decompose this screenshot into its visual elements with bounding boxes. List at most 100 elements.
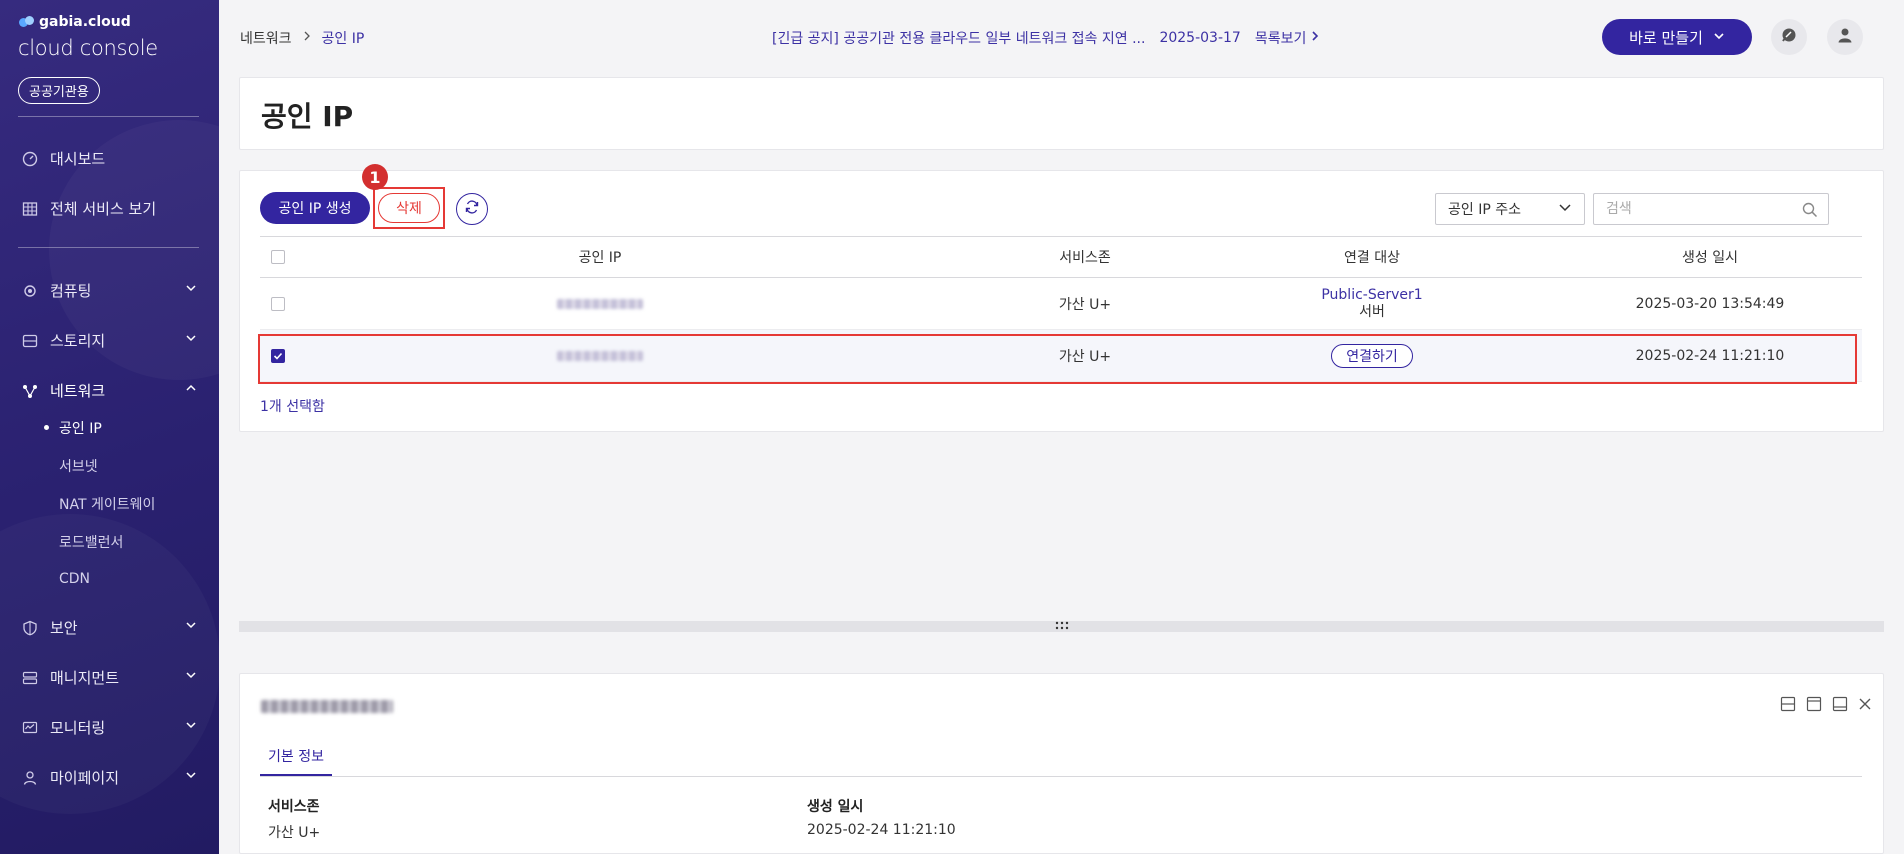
notice-bar: [긴급 공지] 공공기관 전용 클라우드 일부 네트워크 접속 지연 ... 2…	[772, 28, 1320, 48]
select-all-checkbox[interactable]	[271, 250, 285, 264]
chat-button[interactable]	[1771, 19, 1807, 55]
column-header[interactable]: 서비스존	[1005, 237, 1165, 277]
notice-text[interactable]: [긴급 공지] 공공기관 전용 클라우드 일부 네트워크 접속 지연 ...	[772, 28, 1145, 48]
sidebar-item-storage[interactable]: 스토리지	[22, 330, 197, 351]
sidebar-sub-subnet[interactable]: 서브넷	[59, 456, 98, 476]
sidebar-sub-load-balancer[interactable]: 로드밸런서	[59, 532, 123, 552]
storage-icon	[22, 333, 38, 349]
sidebar-item-label: 모니터링	[50, 719, 106, 737]
chevron-right-icon	[302, 30, 312, 46]
breadcrumb: 네트워크 공인 IP	[240, 28, 364, 48]
target-type: 서버	[1359, 303, 1385, 320]
dashboard-icon	[22, 151, 38, 167]
sidebar-item-security[interactable]: 보안	[22, 617, 197, 638]
delete-button[interactable]: 삭제	[378, 193, 440, 223]
notice-list-link[interactable]: 목록보기	[1255, 28, 1321, 48]
tab-basic-info[interactable]: 기본 정보	[260, 738, 332, 776]
sidebar-item-computing[interactable]: 컴퓨팅	[22, 280, 197, 301]
detail-masked-ip	[261, 700, 393, 713]
console-title[interactable]: cloud console	[18, 36, 158, 60]
sidebar-sub-nat-gateway[interactable]: NAT 게이트웨이	[59, 494, 155, 514]
minimize-bottom-icon[interactable]	[1832, 696, 1848, 716]
quick-create-button[interactable]: 바로 만들기	[1602, 19, 1752, 55]
sidebar-item-label: 대시보드	[50, 150, 106, 168]
target-cell: Public-Server1 서버	[1292, 278, 1452, 329]
user-icon	[1836, 26, 1854, 48]
sidebar-item-all-services[interactable]: 전체 서비스 보기	[22, 198, 197, 219]
create-public-ip-button[interactable]: 공인 IP 생성	[260, 192, 370, 224]
column-header[interactable]: 공인 IP	[520, 237, 680, 277]
sidebar-sub-cdn[interactable]: CDN	[59, 571, 90, 587]
sidebar-item-management[interactable]: 매니지먼트	[22, 667, 197, 688]
info-label-zone: 서비스존	[268, 799, 320, 815]
chat-icon	[1780, 26, 1798, 48]
tab-underline	[260, 776, 1862, 777]
masked-ip	[557, 298, 643, 309]
shield-icon	[22, 620, 38, 636]
chevron-right-icon	[1310, 30, 1320, 46]
drag-grip-icon	[1055, 619, 1069, 635]
sidebar-sub-public-ip[interactable]: 공인 IP	[44, 418, 102, 438]
info-value-zone: 가산 U+	[268, 825, 321, 841]
chevron-down-icon	[185, 767, 197, 787]
breadcrumb-network[interactable]: 네트워크	[240, 28, 292, 48]
panel-controls	[1780, 696, 1872, 716]
search-input[interactable]	[1594, 194, 1784, 224]
split-horizontal-icon[interactable]	[1780, 696, 1796, 716]
org-badge: 공공기관용	[18, 77, 100, 104]
maximize-top-icon[interactable]	[1806, 696, 1822, 716]
sidebar-item-label: 보안	[50, 619, 78, 637]
chevron-down-icon	[185, 717, 197, 737]
column-header[interactable]: 생성 일시	[1630, 237, 1790, 277]
brand-name: gabia.cloud	[39, 14, 131, 30]
sidebar-item-label: 매니지먼트	[50, 669, 120, 687]
sidebar-item-network[interactable]: 네트워크	[22, 380, 197, 401]
cpu-icon	[22, 283, 38, 299]
table-row[interactable]: 가산 U+ Public-Server1 서버 2025-03-20 13:54…	[260, 278, 1862, 330]
breadcrumb-public-ip: 공인 IP	[321, 31, 365, 47]
filter-select-value: 공인 IP 주소	[1448, 202, 1521, 218]
resize-handle[interactable]	[239, 621, 1884, 632]
page-title: 공인 IP	[261, 100, 354, 133]
sidebar-item-label: 스토리지	[50, 332, 106, 350]
step-badge: 1	[362, 164, 388, 190]
management-icon	[22, 670, 38, 686]
quick-create-label: 바로 만들기	[1629, 28, 1703, 47]
chevron-down-icon	[185, 617, 197, 637]
row-checkbox[interactable]	[271, 296, 285, 311]
search-icon[interactable]	[1802, 202, 1818, 222]
sidebar-item-monitoring[interactable]: 모니터링	[22, 717, 197, 738]
info-value-created: 2025-02-24 11:21:10	[807, 822, 956, 838]
grid-icon	[22, 201, 38, 217]
title-card	[239, 77, 1884, 150]
user-icon	[22, 770, 38, 786]
row-check-cell	[260, 278, 296, 329]
column-header[interactable]: 연결 대상	[1292, 237, 1452, 277]
search-box	[1593, 193, 1829, 225]
chevron-down-icon	[1713, 28, 1725, 46]
created-cell: 2025-03-20 13:54:49	[1635, 295, 1785, 312]
sidebar-item-label: 컴퓨팅	[50, 282, 92, 300]
sidebar: gabia.cloud cloud console 공공기관용 대시보드 전체 …	[0, 0, 219, 854]
detail-card	[239, 673, 1884, 854]
divider	[18, 247, 199, 248]
select-all-cell	[260, 237, 296, 277]
monitor-icon	[22, 720, 38, 736]
selected-count: 1개 선택함	[260, 399, 325, 415]
chevron-up-icon	[185, 380, 197, 400]
sidebar-item-label: 마이페이지	[50, 769, 120, 787]
filter-select[interactable]: 공인 IP 주소	[1435, 193, 1585, 225]
chevron-down-icon	[185, 667, 197, 687]
chevron-down-icon	[185, 280, 197, 300]
chevron-down-icon	[1558, 200, 1572, 218]
profile-button[interactable]	[1827, 19, 1863, 55]
close-icon[interactable]	[1858, 697, 1872, 715]
sidebar-item-label: 전체 서비스 보기	[50, 200, 157, 218]
target-server-link[interactable]: Public-Server1	[1321, 287, 1422, 304]
refresh-button[interactable]	[456, 193, 488, 225]
gabia-logo[interactable]: gabia.cloud	[19, 14, 131, 30]
sidebar-item-dashboard[interactable]: 대시보드	[22, 148, 197, 169]
notice-date: 2025-03-17	[1159, 30, 1241, 46]
sidebar-item-mypage[interactable]: 마이페이지	[22, 767, 197, 788]
notice-list-label: 목록보기	[1254, 31, 1307, 47]
